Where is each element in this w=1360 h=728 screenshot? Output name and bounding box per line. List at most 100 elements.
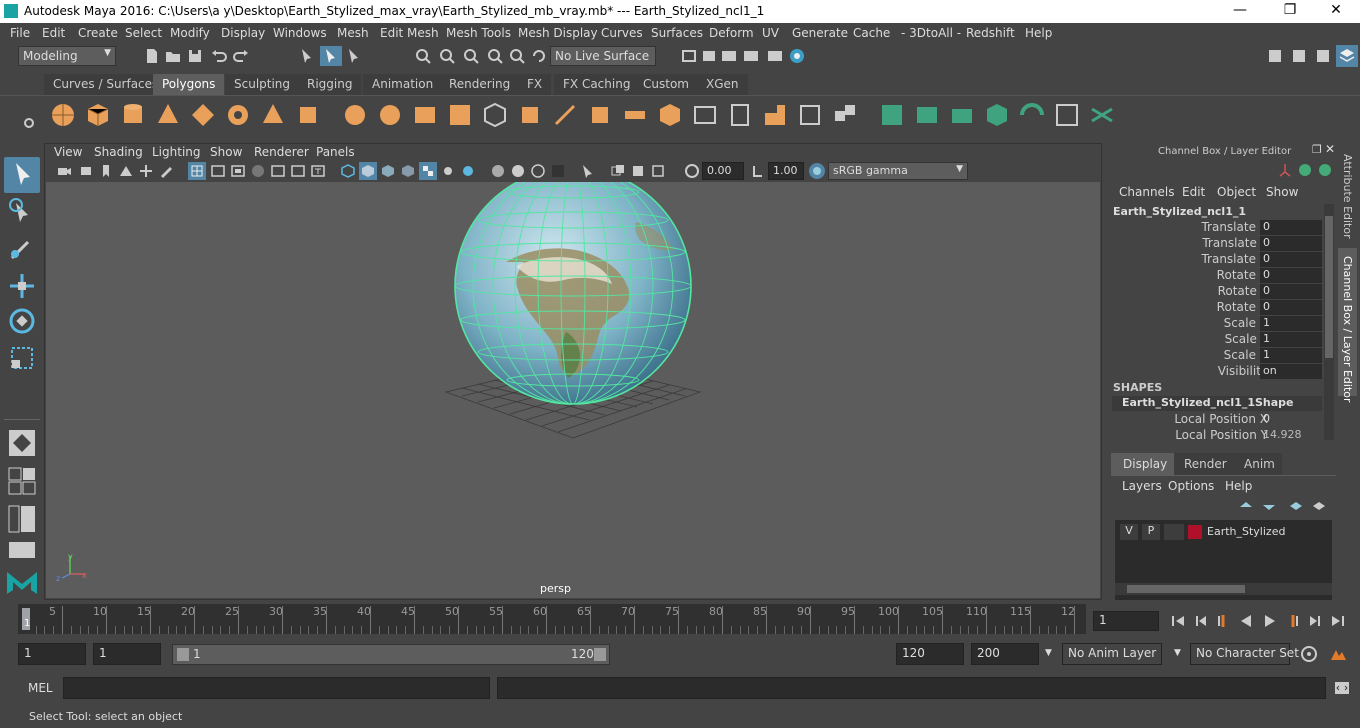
shelf-tab-rendering[interactable]: Rendering <box>440 74 520 95</box>
snap-view-plane-icon[interactable] <box>486 47 504 65</box>
current-frame-field[interactable]: 1 <box>1093 611 1159 631</box>
start-time-field[interactable]: 1 <box>18 643 86 665</box>
resolution-gate-icon[interactable] <box>230 163 246 179</box>
append-polygon-icon[interactable] <box>761 101 789 129</box>
uv-planar-icon[interactable] <box>878 101 906 129</box>
wireframe-on-shaded-icon[interactable] <box>380 163 396 179</box>
select-component-icon[interactable] <box>346 47 364 65</box>
extract-icon[interactable] <box>411 101 439 129</box>
attr-value[interactable]: 0 <box>1260 300 1322 315</box>
maximize-button[interactable]: ❐ <box>1276 2 1304 18</box>
live-surface-field[interactable]: No Live Surface <box>550 46 656 66</box>
channels-object-menu[interactable]: Object <box>1217 185 1256 199</box>
grease-pencil-icon[interactable] <box>158 163 174 179</box>
light-icon[interactable] <box>440 163 456 179</box>
attr-value[interactable]: 14.928 <box>1260 428 1322 443</box>
axis-widget-icon[interactable] <box>1277 162 1293 178</box>
menu-curves[interactable]: Curves <box>601 26 643 40</box>
poly-torus-icon[interactable] <box>224 101 252 129</box>
poly-pyramid-icon[interactable] <box>259 101 287 129</box>
playback-start-field[interactable]: 1 <box>93 643 161 665</box>
poly-sphere-icon[interactable] <box>49 101 77 129</box>
step-back-icon[interactable] <box>1193 613 1209 629</box>
menu-redshift[interactable]: Redshift <box>966 26 1015 40</box>
motion-blur-icon[interactable] <box>510 163 526 179</box>
shelf-tab-rigging[interactable]: Rigging <box>298 74 362 95</box>
script-editor-icon[interactable] <box>1333 679 1351 697</box>
move-tool-icon[interactable] <box>6 270 38 302</box>
2d-pan-zoom-icon[interactable] <box>138 163 154 179</box>
viewport-menu-shading[interactable]: Shading <box>94 145 143 159</box>
layer-color-swatch[interactable] <box>1188 525 1202 539</box>
layer-playback-toggle[interactable]: P <box>1142 524 1160 540</box>
new-layer-selected-icon[interactable] <box>1311 499 1327 513</box>
go-to-start-icon[interactable] <box>1170 613 1186 629</box>
close-button[interactable]: ✕ <box>1322 2 1350 18</box>
mirror-icon[interactable] <box>516 101 544 129</box>
step-back-key-icon[interactable] <box>1215 613 1231 629</box>
scrollbar-thumb[interactable] <box>1127 585 1245 593</box>
attr-value[interactable]: 1 <box>1260 332 1322 347</box>
channel-box-toggle-button[interactable] <box>1336 45 1358 67</box>
range-start-handle[interactable] <box>177 648 189 661</box>
gear-icon[interactable] <box>22 116 36 130</box>
single-perspective-layout-icon[interactable] <box>7 428 37 458</box>
uv-automatic-icon[interactable] <box>983 101 1011 129</box>
four-view-layout-icon[interactable] <box>7 466 37 496</box>
menu-generate[interactable]: Generate <box>792 26 848 40</box>
menu-mesh-tools[interactable]: Mesh Tools <box>446 26 511 40</box>
open-scene-icon[interactable] <box>164 47 182 65</box>
textured-icon[interactable] <box>400 163 416 179</box>
render-settings-icon[interactable] <box>766 47 784 65</box>
uv-unfold-icon[interactable] <box>1018 101 1046 129</box>
poly-cube-icon[interactable] <box>84 101 112 129</box>
menu-edit[interactable]: Edit <box>42 26 65 40</box>
shape-row[interactable]: Earth_Stylized_ncl1_1Shape <box>1112 396 1322 411</box>
workspace-icon[interactable] <box>1266 47 1284 65</box>
safe-title-icon[interactable] <box>310 163 326 179</box>
poly-cylinder-icon[interactable] <box>119 101 147 129</box>
fill-hole-icon[interactable] <box>796 101 824 129</box>
wireframe-icon[interactable] <box>340 163 356 179</box>
attr-translate-z[interactable]: Translate Z0 <box>1112 252 1322 268</box>
anti-aliasing-icon[interactable] <box>530 163 546 179</box>
field-chart-icon[interactable] <box>270 163 286 179</box>
attribute-editor-tab[interactable]: Attribute Editor <box>1341 154 1354 239</box>
shelf-tab-polygons[interactable]: Polygons <box>153 74 225 95</box>
isolate-select-icon[interactable] <box>580 163 596 179</box>
input-output-icon[interactable] <box>680 47 698 65</box>
make-live-icon[interactable] <box>530 47 548 65</box>
color-management-icon[interactable] <box>808 162 826 180</box>
shadows-icon[interactable] <box>460 163 476 179</box>
depth-of-field-icon[interactable] <box>550 163 566 179</box>
menu-display[interactable]: Display <box>221 26 265 40</box>
menu-modify[interactable]: Modify <box>170 26 210 40</box>
shelf-tab-fx-caching[interactable]: FX Caching <box>554 74 640 95</box>
attr-value[interactable]: 1 <box>1260 316 1322 331</box>
render-frame-icon[interactable] <box>720 47 738 65</box>
shelf-tab-xgen[interactable]: XGen <box>697 74 748 95</box>
poly-plane-icon[interactable] <box>189 101 217 129</box>
range-end-handle[interactable] <box>594 648 606 661</box>
offset-edge-loop-icon[interactable] <box>726 101 754 129</box>
viewport-menu-renderer[interactable]: Renderer <box>254 145 309 159</box>
layout-presets-icon[interactable] <box>7 540 37 560</box>
viewport-canvas[interactable] <box>46 167 1100 598</box>
uv-editor-icon[interactable] <box>1053 101 1081 129</box>
attr-value[interactable]: 0 <box>1260 236 1322 251</box>
auto-key-icon[interactable] <box>1300 645 1318 663</box>
float-panel-icon[interactable]: ❐ <box>1312 143 1322 156</box>
channels-edit-menu[interactable]: Edit <box>1182 185 1205 199</box>
move-layer-down-icon[interactable] <box>1261 499 1277 513</box>
channels-menu[interactable]: Channels <box>1119 185 1175 199</box>
shelf-tab-custom[interactable]: Custom <box>634 74 698 95</box>
attr-local-position-x[interactable]: Local Position X0 <box>1112 412 1322 428</box>
attr-scale-z[interactable]: Scale Z1 <box>1112 348 1322 364</box>
character-set-field[interactable]: No Character Set <box>1190 643 1299 665</box>
scale-tool-icon[interactable] <box>6 342 38 374</box>
layer-list-scrollbar[interactable] <box>1115 583 1332 595</box>
rotate-tool-icon[interactable] <box>6 305 38 337</box>
minimize-button[interactable]: — <box>1226 2 1254 18</box>
end-time-field[interactable]: 200 <box>971 643 1039 665</box>
lasso-tool-icon[interactable] <box>6 197 38 229</box>
